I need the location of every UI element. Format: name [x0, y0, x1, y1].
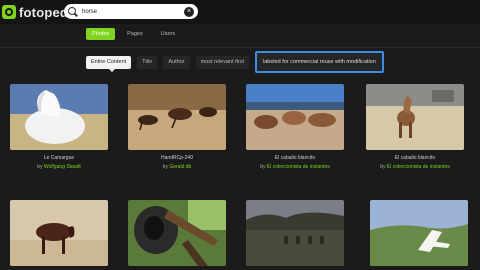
filter-entire-content[interactable]: Entire Content [86, 55, 132, 69]
filter-author[interactable]: Author [163, 55, 190, 69]
filter-bar: Entire Content Title Author most relevan… [86, 51, 390, 73]
filter-license-commercial-reuse[interactable]: labeled for commercial reuse with modifi… [254, 51, 384, 73]
photo-byline-4: by El coleccionista de instantes [355, 164, 475, 170]
photo-thumbnail-8[interactable] [370, 200, 468, 266]
photo-thumbnail-2[interactable] [128, 84, 226, 150]
photo-author-link[interactable]: El coleccionista de instantes [267, 164, 330, 170]
search-icon [68, 6, 78, 17]
search-input[interactable]: horse [82, 9, 184, 15]
clear-search-icon[interactable]: × [184, 6, 194, 17]
photo-caption-1: Le Camargue [43, 155, 75, 161]
search-box[interactable]: horse × [64, 4, 198, 19]
fotopedia-logo-icon [2, 5, 16, 19]
photo-caption-3: El caballo blancito [274, 155, 316, 161]
header-divider [0, 47, 480, 48]
photo-thumbnail-6[interactable] [128, 200, 226, 266]
photo-thumbnail-7[interactable] [246, 200, 344, 266]
by-label: by [37, 164, 43, 170]
photo-byline-3: by El coleccionista de instantes [235, 164, 355, 170]
filter-title[interactable]: Title [137, 55, 158, 69]
photo-author-link[interactable]: Wolfgang Staudt [44, 164, 81, 170]
top-bar: fotopedia horse × [0, 0, 480, 24]
photo-author-link[interactable]: El coleccionista de instantes [387, 164, 450, 170]
tab-users[interactable]: Users [155, 28, 181, 40]
photo-caption-2: HandRCp-240 [161, 155, 193, 161]
photo-caption-4: El caballo blancito [394, 155, 436, 161]
active-filter-caret-icon [108, 68, 115, 72]
tab-photos[interactable]: Photos [86, 28, 116, 40]
by-label: by [260, 164, 266, 170]
result-type-tabs: Photos Pages Users [86, 28, 181, 40]
photo-byline-1: by Wolfgang Staudt [0, 164, 119, 170]
tab-pages[interactable]: Pages [121, 28, 149, 40]
by-label: by [162, 164, 168, 170]
photo-thumbnail-4[interactable] [366, 84, 464, 150]
photo-thumbnail-5[interactable] [10, 200, 108, 266]
filter-entire-content-wrap: Entire Content [86, 55, 137, 72]
photo-byline-2: by Gerald db [117, 164, 237, 170]
photo-thumbnail-1[interactable] [10, 84, 108, 150]
photo-thumbnail-3[interactable] [246, 84, 344, 150]
sort-relevance[interactable]: most relevant first [195, 55, 249, 69]
photo-author-link[interactable]: Gerald db [169, 164, 191, 170]
by-label: by [380, 164, 386, 170]
